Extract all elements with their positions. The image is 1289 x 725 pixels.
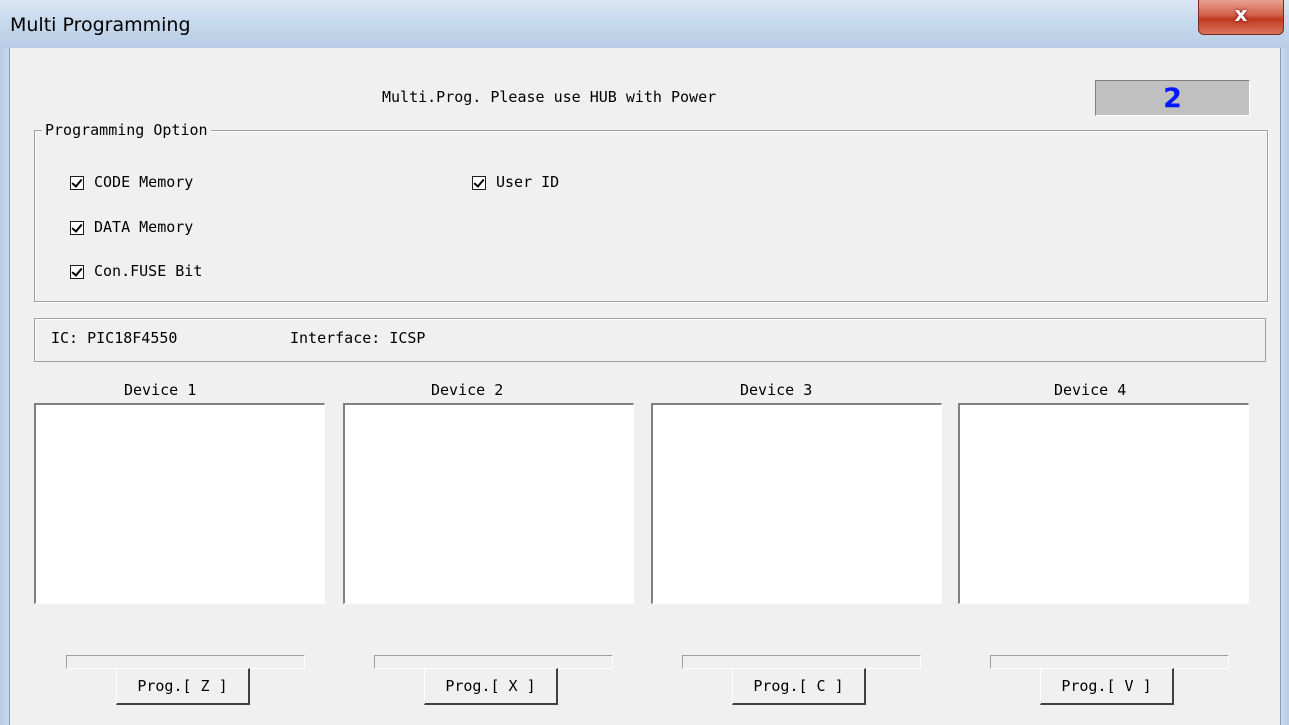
device-4-log-panel[interactable] — [958, 403, 1249, 604]
device-3-label: Device 3 — [740, 381, 813, 399]
con-fuse-bit-label: Con.FUSE Bit — [94, 262, 203, 280]
device-2-log-panel[interactable] — [343, 403, 634, 604]
prog-x-button[interactable]: Prog.[ X ] — [424, 668, 558, 705]
device-count-value: 2 — [1163, 83, 1182, 114]
data-memory-label: DATA Memory — [94, 218, 194, 236]
window-frame-left — [0, 48, 9, 725]
device-1-label: Device 1 — [124, 381, 197, 399]
checkmark-icon[interactable] — [472, 176, 486, 190]
prog-v-button[interactable]: Prog.[ V ] — [1040, 668, 1174, 705]
programming-option-group — [34, 130, 1268, 302]
device-2-label: Device 2 — [431, 381, 504, 399]
interface-label: Interface: ICSP — [290, 329, 426, 347]
prog-z-button[interactable]: Prog.[ Z ] — [116, 668, 250, 705]
device-1-progress-bar — [66, 655, 305, 669]
device-1-log-panel[interactable] — [34, 403, 325, 604]
multi-programming-window: Multi Programming x Multi.Prog. Please u… — [0, 0, 1289, 725]
checkmark-icon[interactable] — [70, 265, 84, 279]
ic-info-box — [34, 318, 1266, 362]
window-frame-right — [1281, 48, 1289, 725]
device-3-progress-bar — [682, 655, 921, 669]
close-button[interactable]: x — [1198, 0, 1284, 35]
checkmark-icon[interactable] — [70, 176, 84, 190]
ic-label: IC: PIC18F4550 — [51, 329, 178, 347]
prog-c-button-label: Prog.[ C ] — [753, 676, 844, 695]
device-3-log-panel[interactable] — [651, 403, 942, 604]
prog-v-button-label: Prog.[ V ] — [1061, 676, 1152, 695]
close-icon: x — [1234, 2, 1248, 26]
device-count-display: 2 — [1095, 80, 1250, 116]
device-4-progress-bar — [990, 655, 1229, 669]
code-memory-label: CODE Memory — [94, 173, 194, 191]
user-id-label: User ID — [496, 173, 560, 191]
programming-option-legend: Programming Option — [42, 121, 211, 139]
window-title: Multi Programming — [10, 14, 191, 36]
header-message: Multi.Prog. Please use HUB with Power — [382, 88, 717, 106]
prog-c-button[interactable]: Prog.[ C ] — [732, 668, 866, 705]
device-4-label: Device 4 — [1054, 381, 1127, 399]
prog-x-button-label: Prog.[ X ] — [445, 676, 536, 695]
title-bar[interactable]: Multi Programming x — [0, 0, 1289, 48]
checkmark-icon[interactable] — [70, 221, 84, 235]
device-2-progress-bar — [374, 655, 613, 669]
prog-z-button-label: Prog.[ Z ] — [137, 676, 228, 695]
